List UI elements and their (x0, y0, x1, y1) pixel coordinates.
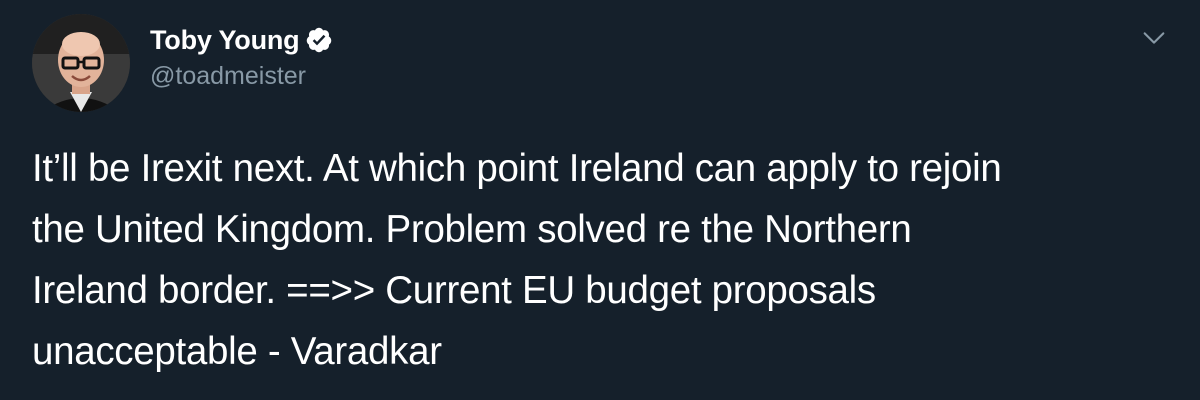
avatar-image (32, 14, 130, 112)
verified-badge-icon (305, 26, 333, 54)
avatar[interactable] (32, 14, 130, 112)
tweet-card: Toby Young @toadmeister It’ll be Irexit … (0, 0, 1200, 400)
author-handle[interactable]: @toadmeister (150, 62, 306, 91)
chevron-down-icon[interactable] (1140, 24, 1168, 52)
tweet-text: It’ll be Irexit next. At which point Ire… (32, 147, 1002, 373)
author-name-row[interactable]: Toby Young (150, 22, 333, 58)
author-display-name[interactable]: Toby Young (150, 25, 300, 56)
